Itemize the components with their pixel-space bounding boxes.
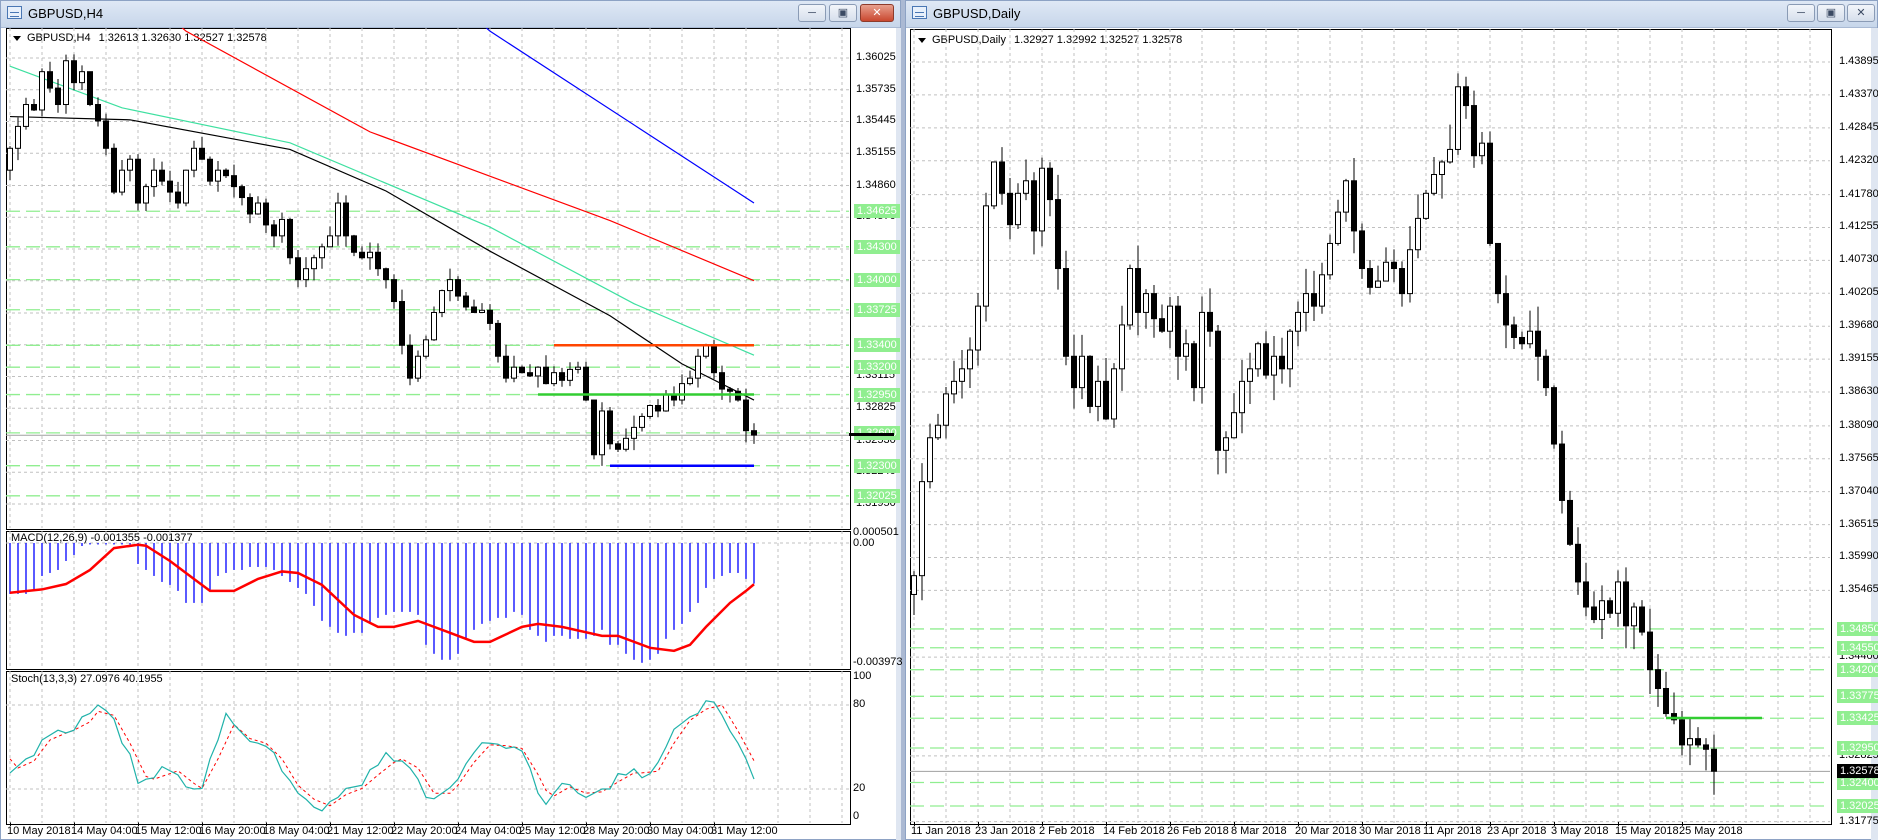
close-button[interactable]: ✕ bbox=[1847, 4, 1875, 22]
title-bar[interactable]: GBPUSD,H4 ─ ▣ ✕ bbox=[1, 1, 900, 28]
main-price-pane[interactable] bbox=[6, 28, 851, 530]
chart-window-daily[interactable]: GBPUSD,Daily ─ ▣ ✕ GBPUSD,Daily 1.32927 1… bbox=[905, 0, 1878, 840]
minimize-button[interactable]: ─ bbox=[1787, 4, 1815, 22]
chart-header: GBPUSD,H4 1.32613 1.32630 1.32527 1.32578 bbox=[13, 32, 267, 44]
minimize-icon: ─ bbox=[1797, 7, 1805, 19]
minimize-icon: ─ bbox=[808, 7, 816, 19]
macd-pane[interactable] bbox=[6, 531, 851, 670]
ohlc-values: 1.32927 1.32992 1.32527 1.32578 bbox=[1013, 34, 1183, 46]
ohlc-values: 1.32613 1.32630 1.32527 1.32578 bbox=[98, 32, 267, 44]
chart-window-icon bbox=[912, 6, 927, 19]
chart-window-icon bbox=[7, 6, 22, 19]
chart-header: GBPUSD,Daily 1.32927 1.32992 1.32527 1.32… bbox=[918, 34, 1182, 46]
restore-button[interactable]: ▣ bbox=[829, 4, 857, 22]
restore-icon: ▣ bbox=[837, 7, 849, 19]
close-icon: ✕ bbox=[872, 7, 882, 19]
symbol-label: GBPUSD,Daily bbox=[932, 34, 1006, 46]
chart-window-h4[interactable]: GBPUSD,H4 ─ ▣ ✕ GBPUSD,H4 1.32613 1.32630… bbox=[0, 0, 901, 840]
window-title: GBPUSD,Daily bbox=[933, 6, 1021, 21]
vertical-scrollbar[interactable] bbox=[1871, 28, 1878, 840]
triangle-down-icon[interactable] bbox=[918, 37, 926, 43]
restore-button[interactable]: ▣ bbox=[1817, 4, 1845, 22]
minimize-button[interactable]: ─ bbox=[798, 4, 826, 22]
restore-icon: ▣ bbox=[1825, 7, 1837, 19]
window-title: GBPUSD,H4 bbox=[28, 6, 104, 21]
daily-price-pane[interactable] bbox=[910, 29, 1832, 825]
title-bar[interactable]: GBPUSD,Daily ─ ▣ ✕ bbox=[906, 1, 1877, 28]
window-edge bbox=[896, 28, 901, 840]
close-icon: ✕ bbox=[1856, 7, 1866, 19]
symbol-label: GBPUSD,H4 bbox=[27, 32, 91, 44]
close-button[interactable]: ✕ bbox=[860, 4, 894, 22]
triangle-down-icon[interactable] bbox=[13, 35, 21, 41]
stoch-pane[interactable] bbox=[6, 671, 851, 825]
